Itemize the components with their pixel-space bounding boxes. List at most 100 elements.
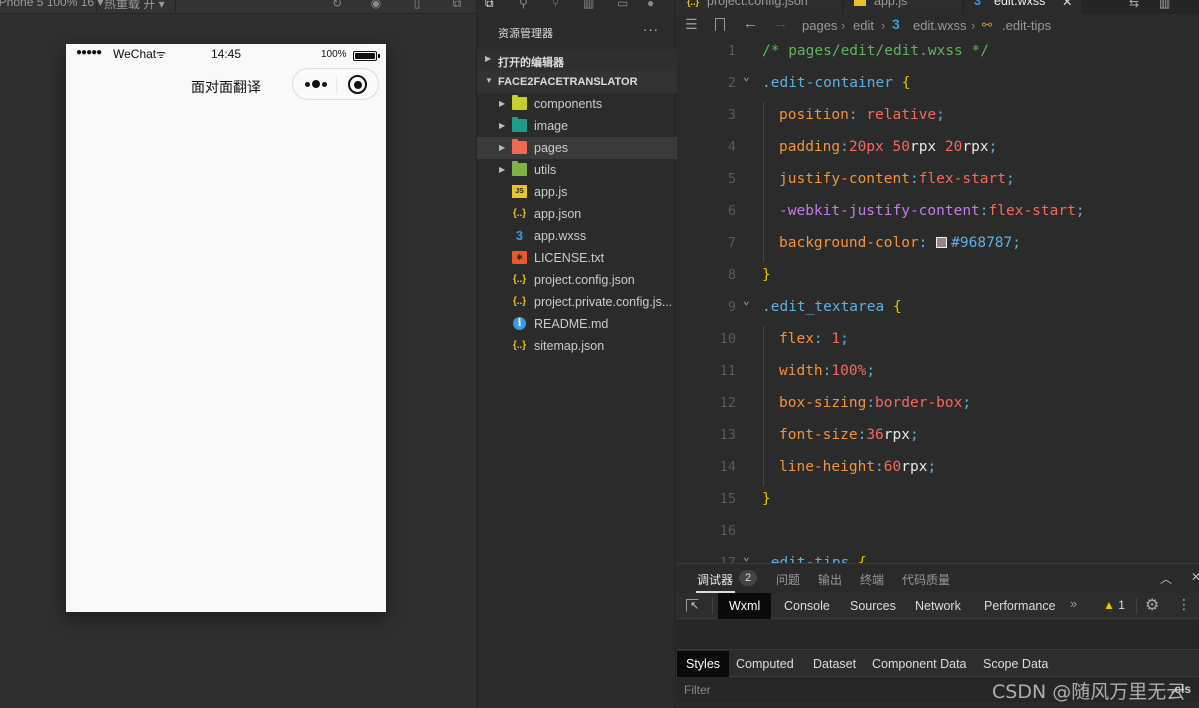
phone-screen: ●●●●● WeChat ᯤ 14:45 100% 面对面翻译	[66, 44, 386, 612]
tab-output[interactable]: 输出	[818, 571, 842, 588]
file-tree-item[interactable]: ▶ utils	[477, 159, 677, 181]
file-name: project.config.json	[534, 273, 635, 287]
file-tree-item[interactable]: i README.md	[477, 313, 677, 335]
tab-styles[interactable]: Styles	[677, 651, 730, 677]
hot-reload-dropdown[interactable]: 热重载 开 ▾	[104, 0, 165, 12]
gear-icon[interactable]: ⚙	[1145, 595, 1159, 615]
code-editor[interactable]: 1 /* pages/edit/edit.wxss */ 2 ⌄ .edit-conta…	[677, 38, 1199, 563]
project-section[interactable]: ▼ FACE2FACETRANSLATOR	[477, 71, 677, 93]
file-tree-item[interactable]: {..} project.config.json	[477, 269, 677, 291]
tab-dataset[interactable]: Dataset	[804, 651, 865, 677]
code-token: .edit-tips	[762, 555, 859, 563]
chevron-right-icon: ▶	[499, 143, 506, 152]
css-file-icon: 3	[974, 0, 981, 8]
refresh-icon[interactable]: ↻	[330, 0, 344, 11]
breadcrumb-item-pages[interactable]: pages	[802, 18, 837, 33]
open-editors-section[interactable]: ▶ 打开的编辑器	[477, 49, 677, 71]
phone-icon[interactable]: ▯	[410, 0, 424, 11]
chevron-right-icon: ▶	[485, 54, 492, 63]
code-line: 17 ⌄ .edit-tips {	[677, 550, 1199, 563]
devtools-tab-sources[interactable]: Sources	[839, 593, 907, 619]
fold-chevron-icon[interactable]: ⌄	[743, 70, 750, 83]
tab-problems[interactable]: 问题	[776, 571, 800, 588]
project-label: FACE2FACETRANSLATOR	[498, 76, 638, 88]
tab-terminal[interactable]: 终端	[860, 571, 884, 588]
capsule-divider	[336, 77, 337, 93]
outline-list-icon[interactable]: ☰	[685, 16, 698, 33]
tab-app-js[interactable]: app.js	[844, 0, 963, 14]
code-token: }	[762, 491, 771, 507]
line-number: 16	[719, 523, 736, 539]
code-text: padding:20px 50rpx 20rpx;	[779, 139, 997, 155]
record-icon[interactable]: ◉	[369, 0, 383, 11]
battery-fill	[355, 53, 375, 59]
code-token: 20px	[848, 139, 893, 155]
line-number: 4	[727, 139, 736, 155]
kebab-menu-icon[interactable]: ⋮	[1177, 596, 1191, 613]
tab-code-quality[interactable]: 代码质量	[902, 571, 950, 588]
color-swatch[interactable]	[936, 237, 948, 248]
code-line: 6 -webkit-justify-content:flex-start;	[677, 198, 1199, 230]
more-tabs-icon[interactable]: »	[1070, 596, 1077, 611]
more-actions-button[interactable]: ···	[643, 22, 659, 37]
file-tree-item[interactable]: {..} project.private.config.js...	[477, 291, 677, 313]
detach-icon[interactable]: ⧉	[450, 0, 464, 11]
devtools-tab-network[interactable]: Network	[904, 593, 972, 619]
tab-project-config[interactable]: {..} project.config.json	[677, 0, 843, 14]
breadcrumb-item-file[interactable]: edit.wxss	[913, 18, 966, 33]
bookmark-icon[interactable]	[715, 18, 725, 31]
breadcrumb: ☰ ← → pages › edit › 3 edit.wxss › ⚯ .ed…	[677, 14, 1199, 38]
file-tree-item[interactable]: JS app.js	[477, 181, 677, 203]
back-arrow-icon[interactable]: ←	[743, 15, 758, 32]
chevron-up-icon[interactable]: ︿	[1160, 570, 1172, 587]
tab-edit-wxss[interactable]: 3 edit.wxss ✕	[964, 0, 1083, 14]
breadcrumb-item-symbol[interactable]: .edit-tips	[1002, 18, 1051, 33]
breadcrumb-item-edit[interactable]: edit	[853, 18, 874, 33]
compare-icon[interactable]: ⇆	[1129, 0, 1139, 10]
close-tab-icon[interactable]: ✕	[1062, 0, 1072, 9]
close-panel-icon[interactable]: ✕	[1191, 570, 1199, 584]
tab-component-data[interactable]: Component Data	[863, 651, 976, 677]
code-token: :	[840, 139, 849, 155]
code-token: rpx	[962, 139, 989, 155]
explorer-icon[interactable]: ⧉	[485, 0, 494, 11]
devtools-tab-wxml[interactable]: Wxml	[718, 593, 772, 619]
file-tree-item[interactable]: {..} sitemap.json	[477, 335, 677, 357]
tab-debugger[interactable]: 调试器	[695, 571, 736, 593]
file-tree-item[interactable]: {..} app.json	[477, 203, 677, 225]
battery-percent: 100%	[321, 49, 347, 60]
source-control-icon[interactable]: ⑂	[552, 0, 559, 10]
breadcrumb-separator: ›	[971, 18, 976, 33]
file-tree-item[interactable]: ▶ pages	[477, 137, 677, 159]
info-file-icon: i	[513, 317, 526, 330]
split-editor-icon[interactable]: ▥	[1159, 0, 1170, 10]
chevron-down-icon: ▼	[485, 76, 493, 85]
tab-scope-data[interactable]: Scope Data	[974, 651, 1057, 677]
forward-arrow-icon[interactable]: →	[773, 15, 788, 32]
devtools-tab-performance[interactable]: Performance	[973, 593, 1067, 619]
tab-computed[interactable]: Computed	[727, 651, 803, 677]
warning-indicator[interactable]: ▲ 1	[1103, 598, 1125, 612]
file-tree-item[interactable]: 3 app.wxss	[477, 225, 677, 247]
breadcrumb-separator: ›	[881, 18, 886, 33]
toolbar-divider	[175, 0, 176, 14]
file-tree-item[interactable]: ✱ LICENSE.txt	[477, 247, 677, 269]
wxml-tree-area[interactable]	[677, 620, 1199, 650]
inspect-element-icon[interactable]	[686, 599, 699, 612]
json-file-icon: {..}	[512, 340, 527, 351]
debug-icon[interactable]: ▭	[617, 0, 628, 10]
more-menu-icon[interactable]	[305, 76, 335, 92]
extensions-icon[interactable]: ▥	[583, 0, 594, 10]
fold-chevron-icon[interactable]: ⌄	[743, 294, 750, 307]
file-tree-item[interactable]: ▶ components	[477, 93, 677, 115]
device-dropdown[interactable]: iPhone 5 100% 16 ▾	[0, 0, 103, 9]
folder-pages-icon	[512, 139, 527, 154]
close-miniprogram-icon[interactable]	[348, 75, 367, 94]
code-token: :	[875, 459, 884, 475]
file-tree-item[interactable]: ▶ image	[477, 115, 677, 137]
search-icon[interactable]: ⚲	[519, 0, 528, 10]
devtools-tabbar: Wxml Console Sources Network Performance…	[677, 593, 1199, 619]
devtools-tab-console[interactable]: Console	[773, 593, 841, 619]
cloud-icon[interactable]: ●	[647, 0, 654, 10]
fold-chevron-icon[interactable]: ⌄	[743, 550, 750, 563]
